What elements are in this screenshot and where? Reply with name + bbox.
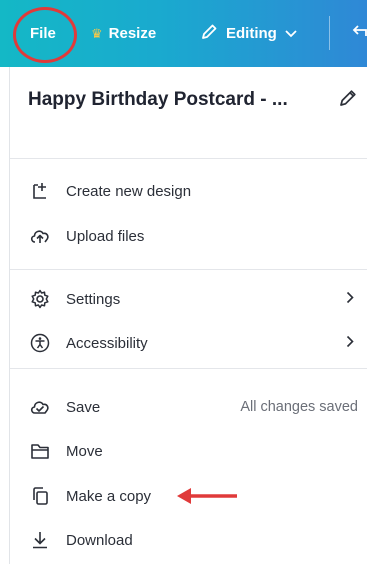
create-new-design-item[interactable]: Create new design [28, 175, 358, 207]
menu-divider [10, 269, 367, 270]
undo-icon [352, 23, 367, 45]
create-design-icon [28, 179, 52, 203]
file-menu-button[interactable]: File [30, 0, 56, 67]
upload-files-label: Upload files [66, 227, 145, 245]
top-toolbar: File ♛ Resize Editing [0, 0, 367, 67]
cloud-check-icon [28, 395, 52, 419]
download-item[interactable]: Download [28, 524, 358, 556]
design-title: Happy Birthday Postcard - ... [28, 89, 288, 110]
design-title-row: Happy Birthday Postcard - ... [28, 87, 358, 113]
save-label: Save [66, 398, 101, 416]
resize-button[interactable]: ♛ Resize [91, 0, 156, 67]
copy-icon [28, 484, 52, 508]
accessibility-icon [28, 331, 52, 355]
download-label: Download [66, 531, 133, 549]
crown-icon: ♛ [91, 25, 103, 41]
chevron-right-icon [346, 335, 354, 352]
folder-icon [28, 439, 52, 463]
edit-title-pencil-icon[interactable] [338, 88, 358, 113]
undo-button[interactable] [352, 0, 367, 67]
upload-files-item[interactable]: Upload files [28, 220, 358, 252]
editing-label: Editing [226, 25, 277, 42]
pencil-icon [200, 23, 218, 45]
chevron-down-icon [285, 25, 297, 42]
save-status-text: All changes saved [240, 399, 358, 415]
chevron-right-icon [346, 291, 354, 308]
editing-mode-button[interactable]: Editing [200, 0, 297, 67]
settings-item[interactable]: Settings [28, 283, 358, 315]
move-item[interactable]: Move [28, 435, 358, 467]
gear-icon [28, 287, 52, 311]
resize-label: Resize [108, 25, 157, 42]
cloud-upload-icon [28, 224, 52, 248]
save-item[interactable]: Save All changes saved [28, 391, 358, 423]
create-design-label: Create new design [66, 182, 192, 200]
move-label: Move [66, 442, 103, 460]
red-arrow-annotation [177, 488, 237, 504]
download-icon [28, 528, 52, 552]
accessibility-label: Accessibility [66, 334, 148, 352]
accessibility-item[interactable]: Accessibility [28, 327, 358, 359]
make-a-copy-label: Make a copy [66, 487, 152, 505]
menu-divider [10, 158, 367, 159]
menu-divider [10, 368, 367, 369]
settings-label: Settings [66, 290, 121, 308]
toolbar-divider [329, 16, 330, 50]
file-label: File [30, 25, 56, 42]
